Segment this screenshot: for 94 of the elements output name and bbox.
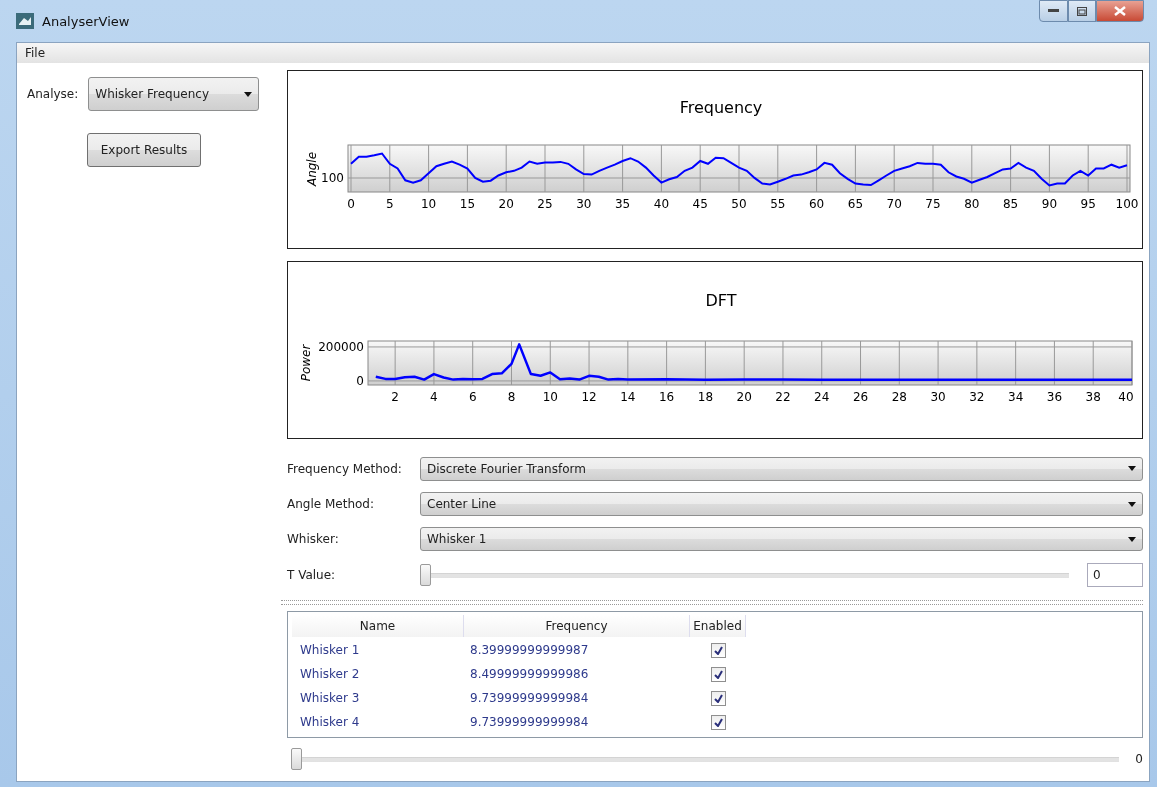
tick-label: 8 xyxy=(507,389,516,404)
table-cell-text: Whisker 2 xyxy=(299,667,361,682)
chart-title: Frequency xyxy=(679,98,763,117)
column-header[interactable]: Enabled xyxy=(690,615,746,638)
window-title: AnalyserView xyxy=(42,13,131,29)
tick-label: 20 xyxy=(498,197,514,211)
tick-label: 100 xyxy=(1115,197,1139,211)
table-cell-text: 9.73999999999984 xyxy=(469,691,590,706)
tick-label: 6 xyxy=(468,389,477,404)
tick-label: 22 xyxy=(775,389,791,404)
maximize-button[interactable] xyxy=(1068,0,1096,22)
tick-label: 50 xyxy=(731,197,747,211)
tick-label: 5 xyxy=(386,197,394,211)
tick-label: 25 xyxy=(537,197,553,211)
tick-label: 28 xyxy=(891,389,907,404)
app-icon xyxy=(16,13,34,29)
tick-label: 16 xyxy=(659,389,675,404)
tick-label: 0 xyxy=(347,197,355,211)
field-label: Angle Method: xyxy=(287,497,375,512)
close-icon xyxy=(1114,6,1126,16)
chart-title: DFT xyxy=(705,290,737,310)
export-button[interactable]: Export Results xyxy=(87,133,201,167)
tick-label: 0 xyxy=(356,373,364,388)
caret-icon xyxy=(244,91,253,97)
table-cell-text: Whisker 3 xyxy=(299,691,361,706)
check-icon xyxy=(713,645,723,655)
tick-label: 24 xyxy=(814,389,830,404)
tick-label: 70 xyxy=(886,197,902,211)
maximize-icon xyxy=(1077,6,1087,16)
tick-label: 15 xyxy=(459,197,476,211)
analyse-dropdown[interactable]: Whisker Frequency xyxy=(88,77,260,111)
minimize-button[interactable] xyxy=(1039,0,1068,22)
axis-label: Angle xyxy=(305,151,319,187)
method-dropdown[interactable]: Discrete Fourier Transform xyxy=(420,456,1143,481)
tick-label: 38 xyxy=(1085,389,1101,404)
tick-label: 32 xyxy=(969,389,985,404)
tick-label: 65 xyxy=(847,197,864,211)
tick-label: 60 xyxy=(808,197,825,211)
checkbox[interactable] xyxy=(710,714,726,730)
tick-label: 10 xyxy=(420,197,437,211)
tick-label: 36 xyxy=(1046,389,1063,404)
tick-label: 90 xyxy=(1041,197,1058,211)
caret-icon xyxy=(1128,466,1136,472)
method-dropdown[interactable]: Center Line xyxy=(420,492,1143,517)
check-icon xyxy=(713,717,723,727)
table-cell-text: 8.49999999999986 xyxy=(469,667,590,682)
caret-icon xyxy=(1128,501,1136,507)
minimize-icon xyxy=(1048,9,1059,13)
menu-item[interactable]: File xyxy=(23,46,48,60)
table-cell-text: Whisker 4 xyxy=(299,715,361,730)
checkbox[interactable] xyxy=(710,642,726,658)
tick-label: 200000 xyxy=(318,339,364,354)
table-cell-text: Whisker 1 xyxy=(299,643,361,658)
tick-label: 85 xyxy=(1002,197,1019,211)
tick-label: 40 xyxy=(653,197,670,211)
check-icon xyxy=(713,693,723,703)
tick-label: 45 xyxy=(692,197,708,211)
table-cell-text: 9.73999999999984 xyxy=(469,715,590,730)
axis-label: Power xyxy=(299,344,313,381)
tick-label: 35 xyxy=(614,197,631,211)
tick-label: 20 xyxy=(736,389,752,404)
slider-value: 0 xyxy=(1135,752,1143,767)
field-label: T Value: xyxy=(287,567,337,582)
tick-label: 4 xyxy=(430,389,438,404)
slider-thumb[interactable] xyxy=(420,563,431,586)
tick-label: 30 xyxy=(930,389,946,404)
column-header[interactable]: Frequency xyxy=(464,615,690,638)
close-button[interactable] xyxy=(1096,0,1144,22)
table-cell-text: 8.39999999999987 xyxy=(469,643,590,658)
field-label: Analyse: xyxy=(27,87,79,101)
tick-label: 80 xyxy=(964,197,980,211)
tick-label: 100 xyxy=(321,171,344,185)
slider-thumb[interactable] xyxy=(291,748,302,771)
value-field[interactable]: 0 xyxy=(1087,562,1143,587)
tick-label: 55 xyxy=(770,197,786,211)
tick-label: 18 xyxy=(697,389,714,404)
tick-label: 75 xyxy=(925,197,941,211)
tick-label: 12 xyxy=(581,389,597,404)
tick-label: 30 xyxy=(576,197,592,211)
tick-label: 34 xyxy=(1008,389,1024,404)
field-label: Frequency Method: xyxy=(287,461,403,476)
tick-label: 10 xyxy=(542,389,558,404)
tick-label: 95 xyxy=(1080,197,1096,211)
checkbox[interactable] xyxy=(710,690,726,706)
method-dropdown[interactable]: Whisker 1 xyxy=(420,527,1143,552)
checkbox[interactable] xyxy=(710,666,726,682)
column-header[interactable]: Name xyxy=(292,615,464,638)
caret-icon xyxy=(1128,536,1136,542)
tick-label: 14 xyxy=(620,389,636,404)
tick-label: 2 xyxy=(391,389,399,404)
tick-label: 26 xyxy=(852,389,869,404)
tick-label: 40 xyxy=(1118,389,1134,404)
check-icon xyxy=(713,669,723,679)
field-label: Whisker: xyxy=(287,532,340,547)
